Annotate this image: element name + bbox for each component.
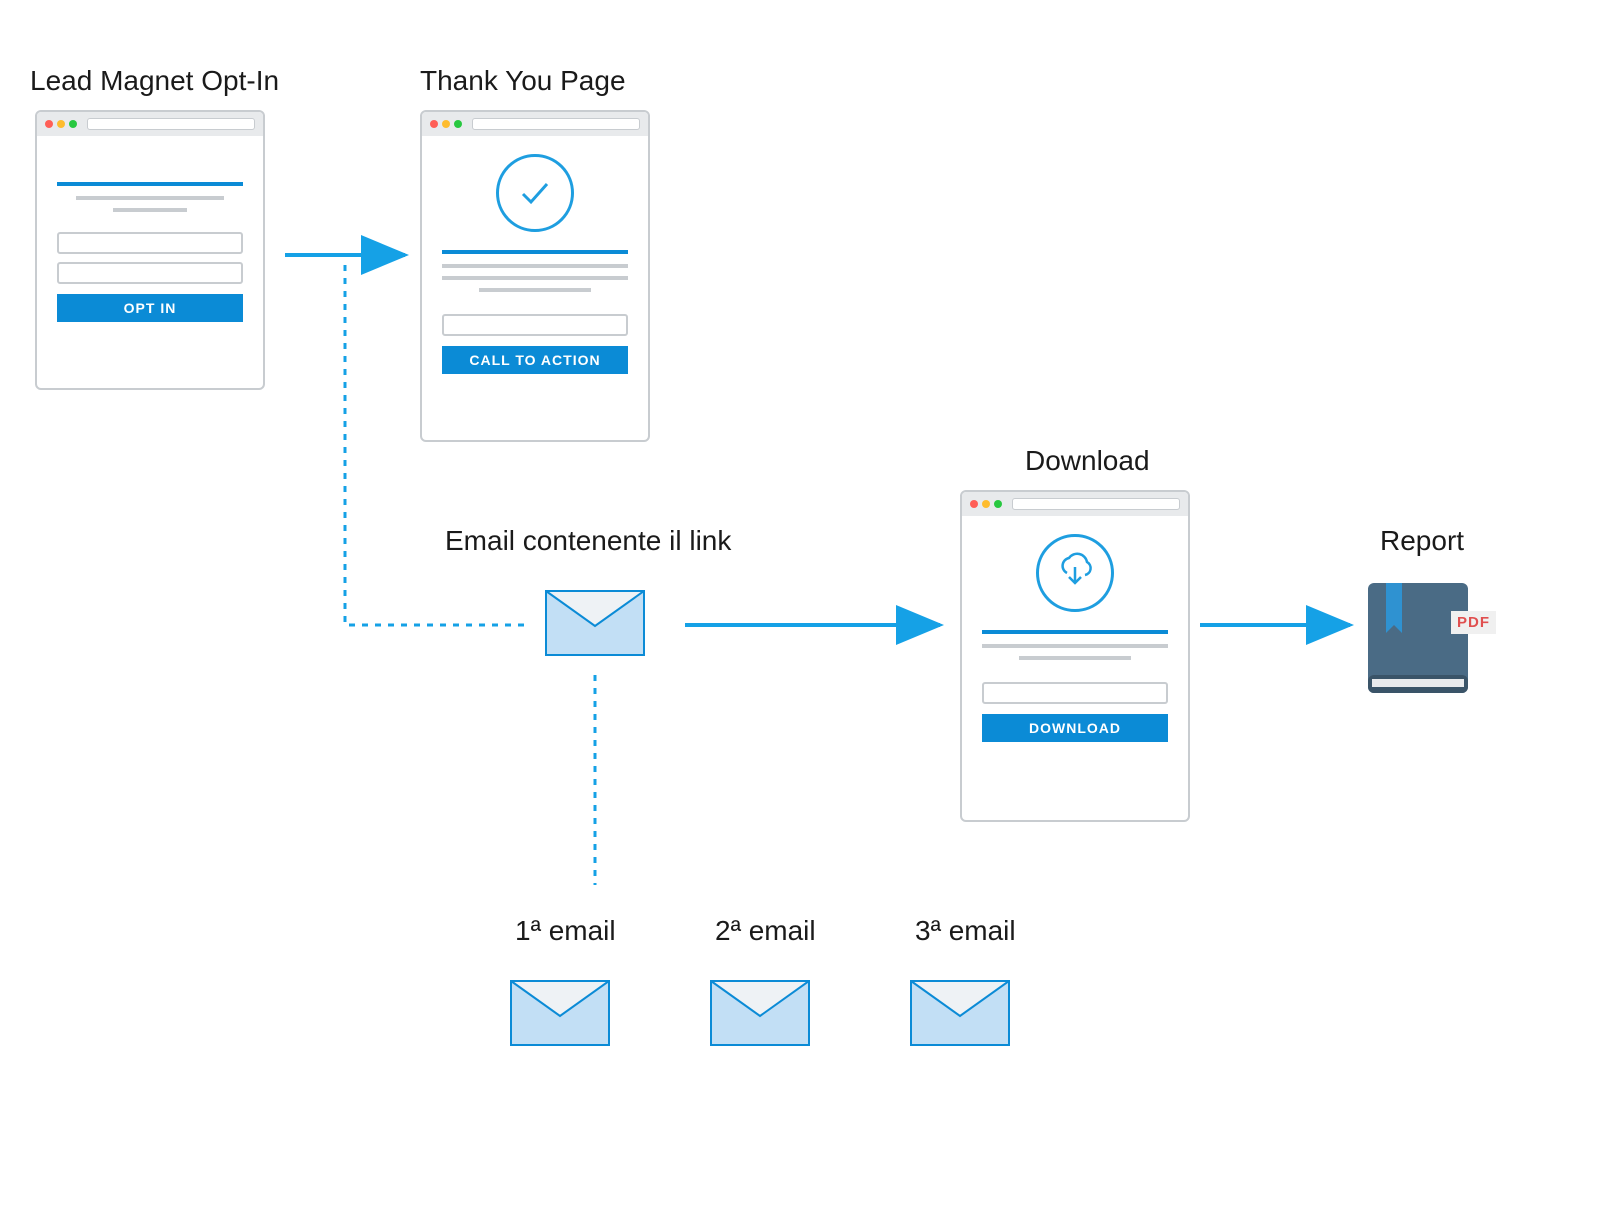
cloud-download-icon — [1036, 534, 1114, 612]
browser-opt-in: OPT IN — [35, 110, 265, 390]
browser-thank-you: CALL TO ACTION — [420, 110, 650, 442]
envelope-icon — [545, 590, 645, 656]
dot-red-icon — [45, 120, 53, 128]
envelope-icon — [910, 980, 1010, 1046]
heading-line — [57, 182, 243, 186]
envelope-icon — [510, 980, 610, 1046]
dot-red-icon — [430, 120, 438, 128]
address-bar — [87, 118, 255, 130]
dot-green-icon — [994, 500, 1002, 508]
label-thank-you: Thank You Page — [420, 65, 626, 97]
browser-chrome — [37, 112, 263, 136]
text-line — [76, 196, 225, 200]
text-line — [442, 276, 628, 280]
dot-yellow-icon — [57, 120, 65, 128]
text-line — [479, 288, 591, 292]
input-field[interactable] — [442, 314, 628, 336]
browser-chrome — [962, 492, 1188, 516]
pdf-tag: PDF — [1451, 611, 1496, 634]
cta-button[interactable]: CALL TO ACTION — [442, 346, 628, 374]
text-line — [113, 208, 187, 212]
dot-green-icon — [454, 120, 462, 128]
label-email2: 2ª email — [715, 915, 816, 947]
text-line — [982, 644, 1168, 648]
dot-yellow-icon — [982, 500, 990, 508]
browser-download: DOWNLOAD — [960, 490, 1190, 822]
address-bar — [472, 118, 640, 130]
dot-yellow-icon — [442, 120, 450, 128]
browser-chrome — [422, 112, 648, 136]
dot-red-icon — [970, 500, 978, 508]
heading-line — [982, 630, 1168, 634]
text-line — [1019, 656, 1131, 660]
label-email-link: Email contenente il link — [445, 525, 731, 557]
input-field[interactable] — [57, 232, 243, 254]
pdf-book-icon: PDF — [1360, 575, 1490, 710]
label-opt-in: Lead Magnet Opt-In — [30, 65, 279, 97]
download-button[interactable]: DOWNLOAD — [982, 714, 1168, 742]
checkmark-icon — [496, 154, 574, 232]
input-field[interactable] — [57, 262, 243, 284]
input-field[interactable] — [982, 682, 1168, 704]
dot-green-icon — [69, 120, 77, 128]
label-report: Report — [1380, 525, 1464, 557]
label-download: Download — [1025, 445, 1150, 477]
text-line — [442, 264, 628, 268]
label-email1: 1ª email — [515, 915, 616, 947]
envelope-icon — [710, 980, 810, 1046]
heading-line — [442, 250, 628, 254]
opt-in-button[interactable]: OPT IN — [57, 294, 243, 322]
address-bar — [1012, 498, 1180, 510]
label-email3: 3ª email — [915, 915, 1016, 947]
